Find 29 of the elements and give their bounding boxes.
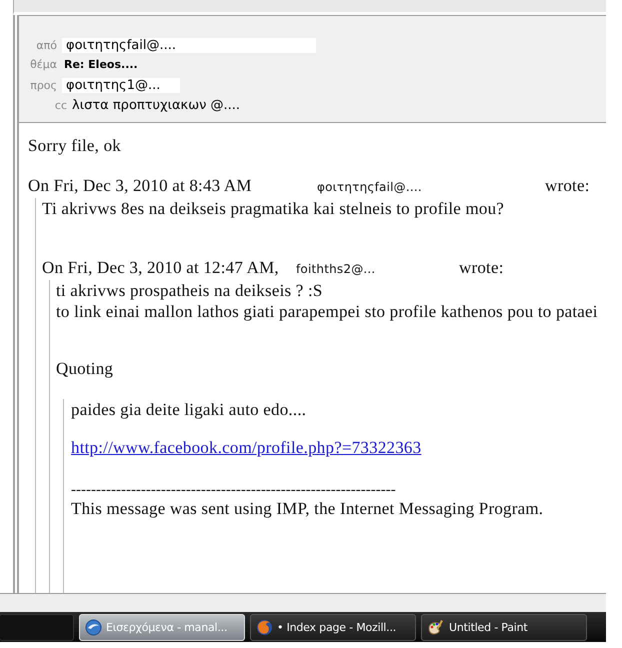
- message-text: Ti akrivws 8es na deikseis pragmatika kai stelneis to profile mou?: [42, 198, 506, 219]
- globe-icon: [85, 618, 102, 636]
- message-link[interactable]: http://www.facebook.com/profile.php?=73322363: [71, 437, 422, 458]
- message-text: This message was sent using IMP, the Internet Messaging Program.: [71, 498, 544, 519]
- message-text: to link einai mallon lathos giati parapempei sto profile kathenos pou to pataei: [56, 301, 599, 322]
- message-text: ti akrivws prospatheis na deikseis ? :S: [56, 280, 324, 301]
- message-text: paides gia deite ligaki auto edo....: [71, 399, 308, 420]
- message-text: Sorry file, ok: [28, 135, 122, 156]
- attribution-sender: foithths2@...: [296, 261, 376, 278]
- field-label: από: [35, 39, 58, 52]
- field-label: θέμα: [29, 58, 58, 71]
- attribution-sender: φοιτητηςfail@....: [317, 179, 423, 196]
- separator-text: -----------------------------------------------------------------: [71, 482, 397, 498]
- palette-icon: [427, 618, 445, 636]
- taskbar-button[interactable]: [0, 614, 74, 640]
- recipient-address: φοιτητης1@...: [62, 78, 180, 93]
- fox-globe-icon: [256, 618, 273, 636]
- subject-text: Re: Eleos....: [63, 58, 139, 71]
- attribution-date: On Fri, Dec 3, 2010 at 12:47 AM,: [42, 257, 280, 278]
- field-label: cc: [54, 99, 68, 112]
- attribution-date: On Fri, Dec 3, 2010 at 8:43 AM: [28, 175, 253, 196]
- attribution-text: wrote:: [459, 257, 504, 278]
- quote-heading: Quoting: [56, 358, 114, 379]
- taskbar-button[interactable]: Untitled - Paint: [421, 614, 587, 640]
- sender-address: φοιτητηςfail@....: [62, 38, 316, 53]
- attribution-text: wrote:: [545, 175, 590, 196]
- taskbar-button[interactable]: • Index page - Mozill...: [250, 614, 416, 640]
- field-label: προς: [29, 79, 58, 92]
- cc-address: λιστα προπτυχιακων @....: [72, 98, 242, 113]
